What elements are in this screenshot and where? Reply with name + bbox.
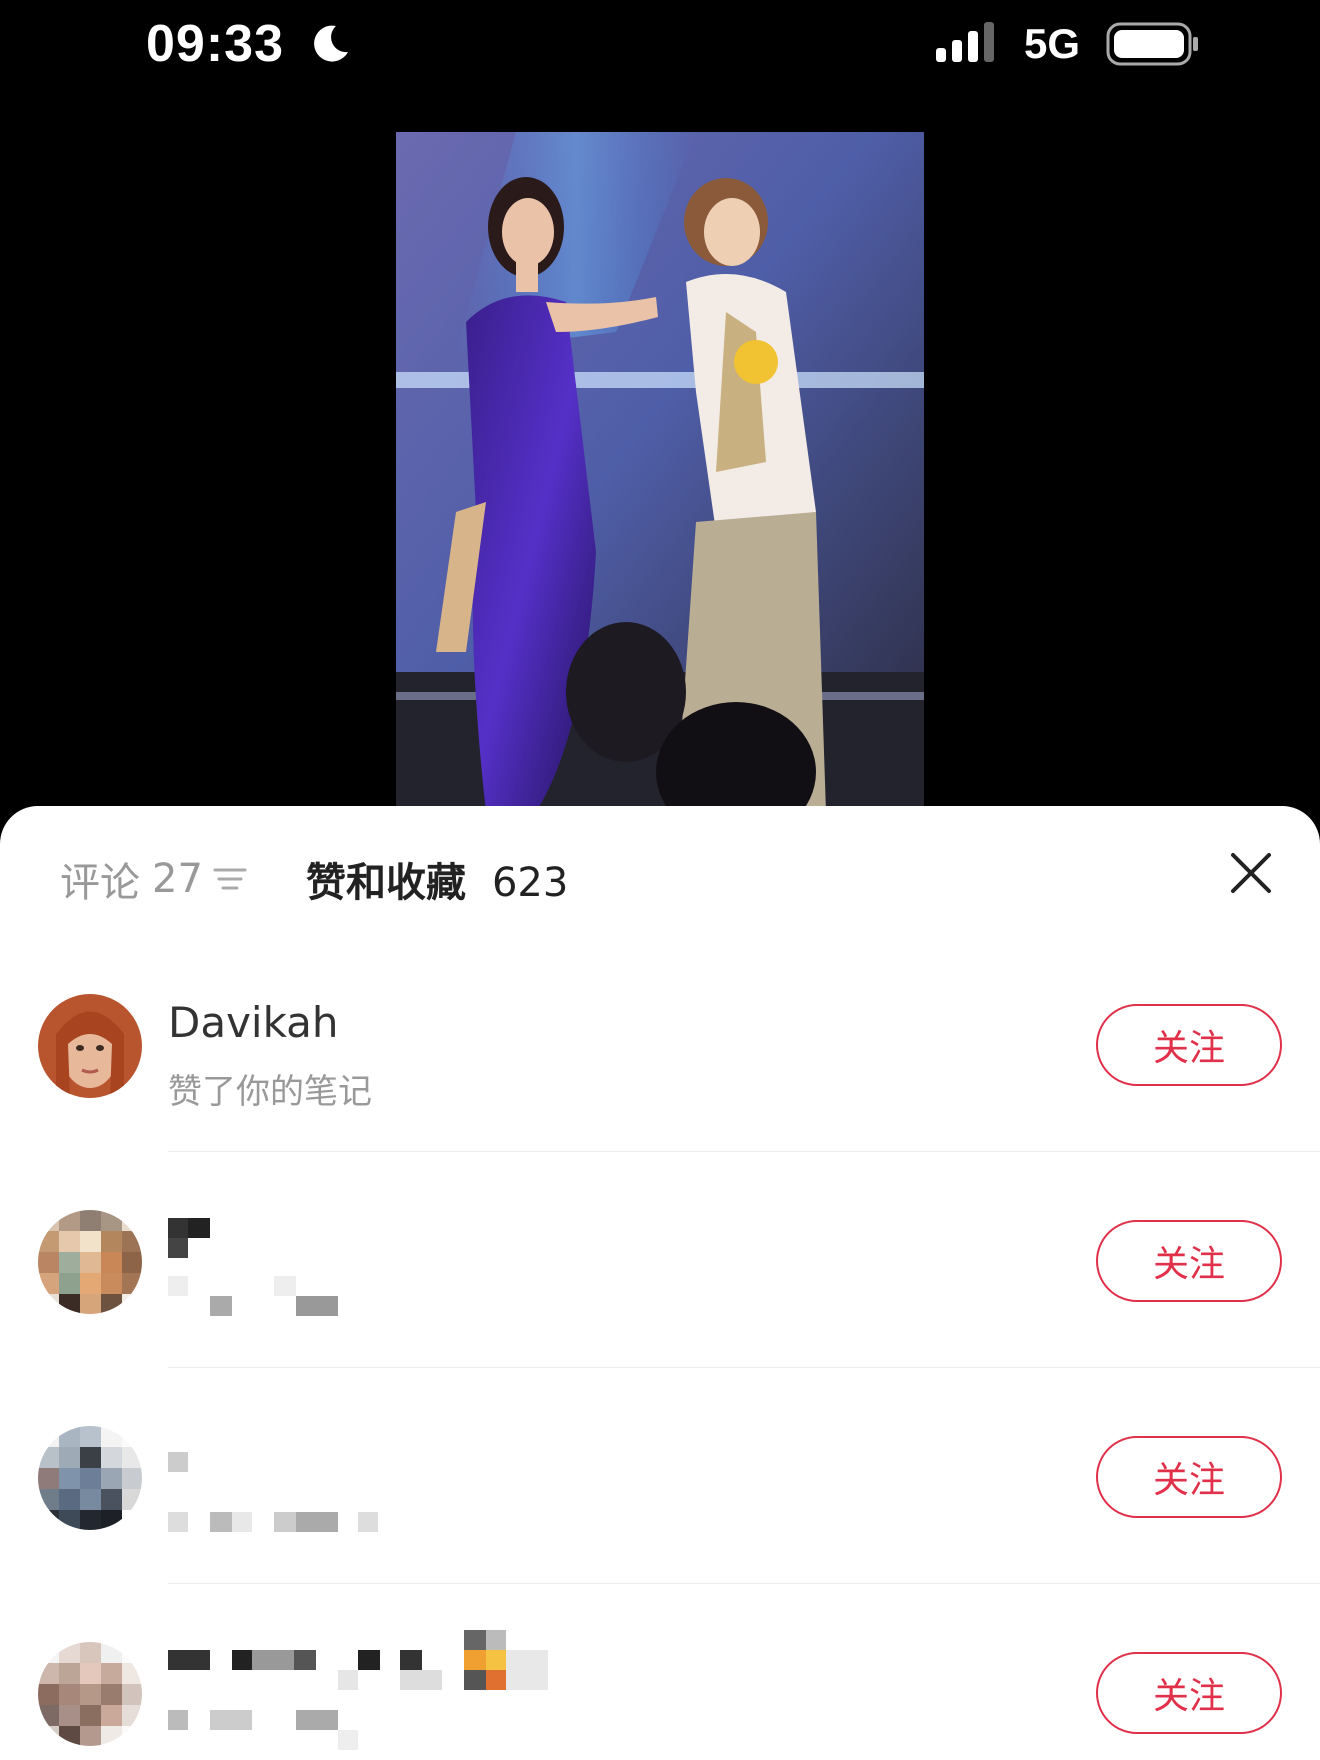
- pixelated-name-block: [464, 1630, 486, 1650]
- pixelated-text-block: [296, 1512, 338, 1532]
- pixelated-name-block: [486, 1670, 506, 1690]
- sheet-tabs: 评论 27 赞和收藏 623: [0, 806, 1320, 936]
- pixelated-text-block: [274, 1276, 296, 1296]
- avatar-image-pixelated: [38, 1426, 142, 1530]
- pixelated-name-block: [232, 1650, 252, 1670]
- tab-comments-label: 评论: [60, 860, 140, 906]
- list-item[interactable]: Davikah 赞了你的笔记 关注: [0, 936, 1320, 1152]
- list-item[interactable]: 关注: [0, 1368, 1320, 1584]
- tab-likes-label: 赞和收藏: [306, 860, 466, 906]
- follow-button[interactable]: 关注: [1096, 1652, 1282, 1734]
- pixelated-name-block: [168, 1238, 188, 1258]
- pixelated-name-block: [506, 1650, 548, 1690]
- pixelated-text-block: [296, 1710, 338, 1730]
- pixelated-name-block: [464, 1670, 486, 1690]
- moon-icon: [314, 25, 348, 62]
- close-icon[interactable]: [1228, 850, 1274, 896]
- pixelated-name-block: [486, 1650, 506, 1670]
- likes-sheet: 评论 27 赞和收藏 623 Davikah 赞了你的笔记 关注 关注 关注 关…: [0, 806, 1320, 1760]
- like-action: 赞了你的笔记: [168, 1072, 372, 1112]
- pixelated-name-block: [400, 1650, 422, 1670]
- stage-photo-illustration: [396, 132, 924, 812]
- signal-icon: [936, 22, 994, 62]
- pixelated-name-block: [188, 1218, 210, 1238]
- post-photo[interactable]: [396, 132, 924, 812]
- pixelated-name-block: [168, 1218, 188, 1238]
- tab-comments[interactable]: 评论 27: [60, 850, 247, 908]
- pixelated-text-block: [210, 1512, 232, 1532]
- pixelated-text-block: [168, 1512, 188, 1532]
- pixelated-name-block: [486, 1630, 506, 1650]
- pixelated-name-block: [168, 1650, 210, 1670]
- avatar-image-pixelated: [38, 1210, 142, 1314]
- list-item[interactable]: 关注: [0, 1152, 1320, 1368]
- pixelated-text-block: [232, 1512, 252, 1532]
- follow-button[interactable]: 关注: [1096, 1220, 1282, 1302]
- pixelated-text-block: [210, 1710, 252, 1730]
- follow-button[interactable]: 关注: [1096, 1004, 1282, 1086]
- pixelated-name-block: [464, 1650, 486, 1670]
- status-bar: 09:33 5G: [0, 0, 1320, 100]
- battery-icon: [1106, 22, 1198, 66]
- pixelated-text-block: [358, 1512, 378, 1532]
- avatar[interactable]: [38, 994, 142, 1098]
- likes-list: Davikah 赞了你的笔记 关注 关注 关注 关注: [0, 936, 1320, 1760]
- pixelated-text-block: [338, 1730, 358, 1750]
- avatar-image: [38, 994, 142, 1098]
- avatar[interactable]: [38, 1642, 142, 1746]
- tab-comments-count: 27: [152, 856, 203, 902]
- status-time: 09:33: [146, 15, 284, 73]
- pixelated-name-block: [358, 1650, 380, 1670]
- pixelated-text-block: [210, 1296, 232, 1316]
- avatar-image-pixelated: [38, 1642, 142, 1746]
- pixelated-text-block: [296, 1296, 338, 1316]
- tab-likes-and-favorites[interactable]: 赞和收藏 623: [306, 850, 568, 908]
- list-item[interactable]: 关注: [0, 1584, 1320, 1760]
- pixelated-name-block: [294, 1650, 316, 1670]
- pixelated-name-block: [252, 1650, 294, 1670]
- pixelated-name-block: [168, 1452, 188, 1472]
- follow-button[interactable]: 关注: [1096, 1436, 1282, 1518]
- pixelated-name-block: [400, 1670, 442, 1690]
- pixelated-text-block: [168, 1276, 188, 1296]
- user-name[interactable]: Davikah: [168, 998, 339, 1047]
- pixelated-text-block: [168, 1710, 188, 1730]
- pixelated-text-block: [274, 1512, 296, 1532]
- avatar[interactable]: [38, 1426, 142, 1530]
- avatar[interactable]: [38, 1210, 142, 1314]
- sort-icon[interactable]: [213, 864, 247, 894]
- pixelated-name-block: [338, 1670, 358, 1690]
- tab-likes-count: 623: [491, 860, 569, 906]
- network-label: 5G: [1024, 20, 1081, 67]
